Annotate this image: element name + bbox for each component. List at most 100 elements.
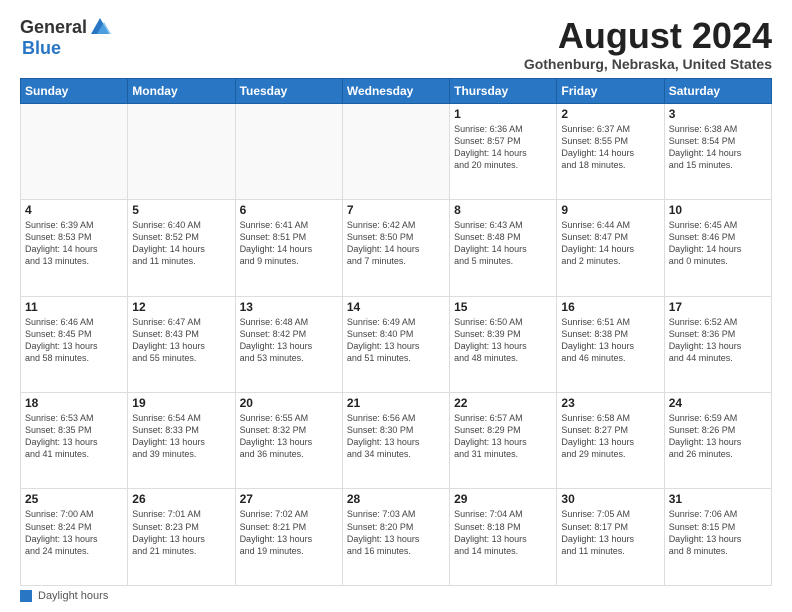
day-info: Sunrise: 6:36 AMSunset: 8:57 PMDaylight:… <box>454 123 552 172</box>
day-info: Sunrise: 6:42 AMSunset: 8:50 PMDaylight:… <box>347 219 445 268</box>
day-number: 16 <box>561 300 659 314</box>
table-row: 15 Sunrise: 6:50 AMSunset: 8:39 PMDayligh… <box>450 296 557 392</box>
table-row: 4Sunrise: 6:39 AMSunset: 8:53 PMDaylight… <box>21 200 128 296</box>
logo-blue-text: Blue <box>22 38 61 59</box>
subtitle: Gothenburg, Nebraska, United States <box>524 56 772 72</box>
table-row: 12 Sunrise: 6:47 AMSunset: 8:43 PMDayligh… <box>128 296 235 392</box>
day-number: 25 <box>25 492 123 506</box>
table-row: 22 Sunrise: 6:57 AMSunset: 8:29 PMDayligh… <box>450 393 557 489</box>
day-number: 28 <box>347 492 445 506</box>
footer-dot-icon <box>20 590 32 602</box>
day-info: Sunrise: 7:03 AMSunset: 8:20 PMDaylight:… <box>347 508 445 557</box>
calendar-week-row: 11Sunrise: 6:46 AMSunset: 8:45 PMDayligh… <box>21 296 772 392</box>
day-number: 11 <box>25 300 123 314</box>
table-row: 2 Sunrise: 6:37 AMSunset: 8:55 PMDaylight… <box>557 103 664 199</box>
day-number: 19 <box>132 396 230 410</box>
day-info: Sunrise: 6:48 AMSunset: 8:42 PMDaylight:… <box>240 316 338 365</box>
footer: Daylight hours <box>20 590 772 602</box>
table-row: 19 Sunrise: 6:54 AMSunset: 8:33 PMDayligh… <box>128 393 235 489</box>
calendar-week-row: 1 Sunrise: 6:36 AMSunset: 8:57 PMDaylight… <box>21 103 772 199</box>
day-info: Sunrise: 6:55 AMSunset: 8:32 PMDaylight:… <box>240 412 338 461</box>
table-row: 6 Sunrise: 6:41 AMSunset: 8:51 PMDaylight… <box>235 200 342 296</box>
day-info: Sunrise: 6:58 AMSunset: 8:27 PMDaylight:… <box>561 412 659 461</box>
day-number: 13 <box>240 300 338 314</box>
day-info: Sunrise: 6:40 AMSunset: 8:52 PMDaylight:… <box>132 219 230 268</box>
day-number: 21 <box>347 396 445 410</box>
day-number: 5 <box>132 203 230 217</box>
table-row: 18 Sunrise: 6:53 AMSunset: 8:35 PMDayligh… <box>21 393 128 489</box>
day-number: 6 <box>240 203 338 217</box>
day-info: Sunrise: 6:38 AMSunset: 8:54 PMDaylight:… <box>669 123 767 172</box>
logo-general-text: General <box>20 17 87 38</box>
col-wednesday: Wednesday <box>342 78 449 103</box>
calendar-table: Sunday Monday Tuesday Wednesday Thursday… <box>20 78 772 586</box>
table-row: 5 Sunrise: 6:40 AMSunset: 8:52 PMDaylight… <box>128 200 235 296</box>
day-info: Sunrise: 7:04 AMSunset: 8:18 PMDaylight:… <box>454 508 552 557</box>
main-title: August 2024 <box>524 16 772 56</box>
day-number: 7 <box>347 203 445 217</box>
day-number: 31 <box>669 492 767 506</box>
table-row: 30 Sunrise: 7:05 AMSunset: 8:17 PMDayligh… <box>557 489 664 586</box>
day-info: Sunrise: 7:00 AMSunset: 8:24 PMDaylight:… <box>25 508 123 557</box>
table-row: 7 Sunrise: 6:42 AMSunset: 8:50 PMDaylight… <box>342 200 449 296</box>
day-info: Sunrise: 6:50 AMSunset: 8:39 PMDaylight:… <box>454 316 552 365</box>
table-row: 31 Sunrise: 7:06 AMSunset: 8:15 PMDayligh… <box>664 489 771 586</box>
table-row: 21Sunrise: 6:56 AMSunset: 8:30 PMDayligh… <box>342 393 449 489</box>
day-number: 12 <box>132 300 230 314</box>
day-number: 17 <box>669 300 767 314</box>
logo: General Blue <box>20 16 111 59</box>
day-number: 24 <box>669 396 767 410</box>
day-info: Sunrise: 7:06 AMSunset: 8:15 PMDaylight:… <box>669 508 767 557</box>
day-info: Sunrise: 6:51 AMSunset: 8:38 PMDaylight:… <box>561 316 659 365</box>
table-row: 25 Sunrise: 7:00 AMSunset: 8:24 PMDayligh… <box>21 489 128 586</box>
table-row <box>128 103 235 199</box>
day-info: Sunrise: 6:49 AMSunset: 8:40 PMDaylight:… <box>347 316 445 365</box>
day-info: Sunrise: 7:02 AMSunset: 8:21 PMDaylight:… <box>240 508 338 557</box>
title-section: August 2024 Gothenburg, Nebraska, United… <box>524 16 772 72</box>
day-number: 15 <box>454 300 552 314</box>
day-info: Sunrise: 7:05 AMSunset: 8:17 PMDaylight:… <box>561 508 659 557</box>
day-number: 22 <box>454 396 552 410</box>
day-info: Sunrise: 6:37 AMSunset: 8:55 PMDaylight:… <box>561 123 659 172</box>
table-row: 10 Sunrise: 6:45 AMSunset: 8:46 PMDayligh… <box>664 200 771 296</box>
table-row <box>235 103 342 199</box>
table-row: 3Sunrise: 6:38 AMSunset: 8:54 PMDaylight… <box>664 103 771 199</box>
day-number: 27 <box>240 492 338 506</box>
day-info: Sunrise: 6:41 AMSunset: 8:51 PMDaylight:… <box>240 219 338 268</box>
day-number: 23 <box>561 396 659 410</box>
table-row: 24 Sunrise: 6:59 AMSunset: 8:26 PMDayligh… <box>664 393 771 489</box>
col-tuesday: Tuesday <box>235 78 342 103</box>
day-number: 10 <box>669 203 767 217</box>
day-number: 14 <box>347 300 445 314</box>
logo-icon <box>89 16 111 38</box>
day-info: Sunrise: 6:53 AMSunset: 8:35 PMDaylight:… <box>25 412 123 461</box>
page: General Blue August 2024 Gothenburg, Neb… <box>0 0 792 612</box>
table-row: 8 Sunrise: 6:43 AMSunset: 8:48 PMDaylight… <box>450 200 557 296</box>
col-friday: Friday <box>557 78 664 103</box>
day-info: Sunrise: 7:01 AMSunset: 8:23 PMDaylight:… <box>132 508 230 557</box>
table-row: 16 Sunrise: 6:51 AMSunset: 8:38 PMDayligh… <box>557 296 664 392</box>
day-number: 18 <box>25 396 123 410</box>
day-number: 20 <box>240 396 338 410</box>
day-number: 2 <box>561 107 659 121</box>
day-number: 1 <box>454 107 552 121</box>
day-info: Sunrise: 6:57 AMSunset: 8:29 PMDaylight:… <box>454 412 552 461</box>
day-info: Sunrise: 6:43 AMSunset: 8:48 PMDaylight:… <box>454 219 552 268</box>
day-info: Sunrise: 6:59 AMSunset: 8:26 PMDaylight:… <box>669 412 767 461</box>
table-row: 20 Sunrise: 6:55 AMSunset: 8:32 PMDayligh… <box>235 393 342 489</box>
calendar-header-row: Sunday Monday Tuesday Wednesday Thursday… <box>21 78 772 103</box>
col-sunday: Sunday <box>21 78 128 103</box>
calendar-week-row: 18 Sunrise: 6:53 AMSunset: 8:35 PMDayligh… <box>21 393 772 489</box>
table-row: 23 Sunrise: 6:58 AMSunset: 8:27 PMDayligh… <box>557 393 664 489</box>
col-thursday: Thursday <box>450 78 557 103</box>
day-number: 9 <box>561 203 659 217</box>
day-info: Sunrise: 6:47 AMSunset: 8:43 PMDaylight:… <box>132 316 230 365</box>
day-info: Sunrise: 6:54 AMSunset: 8:33 PMDaylight:… <box>132 412 230 461</box>
table-row <box>342 103 449 199</box>
table-row: 9Sunrise: 6:44 AMSunset: 8:47 PMDaylight… <box>557 200 664 296</box>
table-row: 14 Sunrise: 6:49 AMSunset: 8:40 PMDayligh… <box>342 296 449 392</box>
day-info: Sunrise: 6:45 AMSunset: 8:46 PMDaylight:… <box>669 219 767 268</box>
day-number: 30 <box>561 492 659 506</box>
day-number: 8 <box>454 203 552 217</box>
table-row: 17Sunrise: 6:52 AMSunset: 8:36 PMDayligh… <box>664 296 771 392</box>
